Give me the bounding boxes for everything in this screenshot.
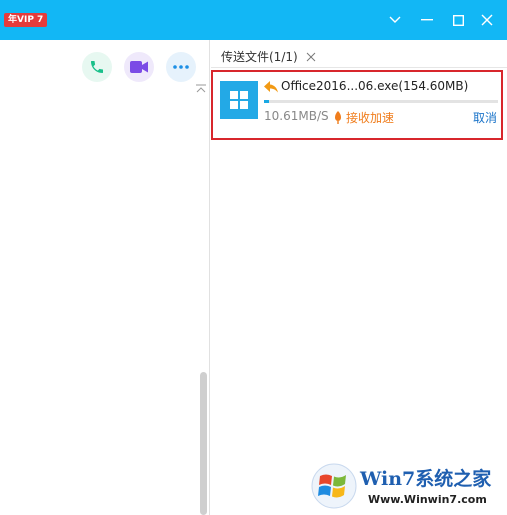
speed-boost-icon [335,111,341,124]
watermark-url: Www.Winwin7.com [368,493,487,506]
file-name: Office2016...06.exe(154.60MB) [281,79,469,93]
chat-area [0,40,210,515]
collapse-arrow-icon[interactable] [196,84,206,94]
close-icon [481,14,493,26]
voice-call-button[interactable] [82,52,112,82]
maximize-icon [452,14,464,26]
tab-divider [211,67,507,68]
tab-file-transfer[interactable]: 传送文件(1/1) [221,46,316,68]
video-icon [130,61,148,73]
accelerate-link[interactable]: 接收加速 [334,109,394,126]
site-watermark: Win7系统之家 Www.Winwin7.com [308,460,504,512]
scrollbar-thumb[interactable] [200,372,207,515]
progress-fill [264,100,269,103]
more-options-button[interactable] [166,52,196,82]
more-icon [173,65,189,69]
title-bar: 年VIP 7 [0,0,507,40]
dropdown-button[interactable] [383,8,407,32]
tab-label: 传送文件(1/1) [221,50,298,64]
windows-logo-icon [230,91,248,109]
minimize-button[interactable] [415,8,439,32]
close-button[interactable] [475,8,499,32]
qq-chat-window: 年VIP 7 传送文件(1/1) Office2016...06.exe(154… [0,0,507,515]
file-thumbnail [220,81,258,119]
chevron-down-icon [389,16,401,23]
vip-badge[interactable]: 年VIP 7 [4,13,48,27]
transfer-speed: 10.61MB/S [264,109,329,123]
transfer-progress-bar [264,100,498,103]
transfer-item: Office2016...06.exe(154.60MB) 10.61MB/S … [211,70,503,140]
accelerate-label: 接收加速 [346,111,395,125]
close-icon[interactable] [306,52,316,62]
cancel-button[interactable]: 取消 [473,109,497,126]
minimize-icon [421,19,433,21]
file-transfer-panel: 传送文件(1/1) Office2016...06.exe(154.60MB) … [211,40,507,515]
maximize-button[interactable] [446,8,470,32]
video-call-button[interactable] [124,52,154,82]
phone-icon [91,61,103,73]
receive-arrow-icon [264,81,278,93]
windows7-logo-icon [311,463,357,509]
watermark-title: Win7系统之家 [360,468,492,490]
